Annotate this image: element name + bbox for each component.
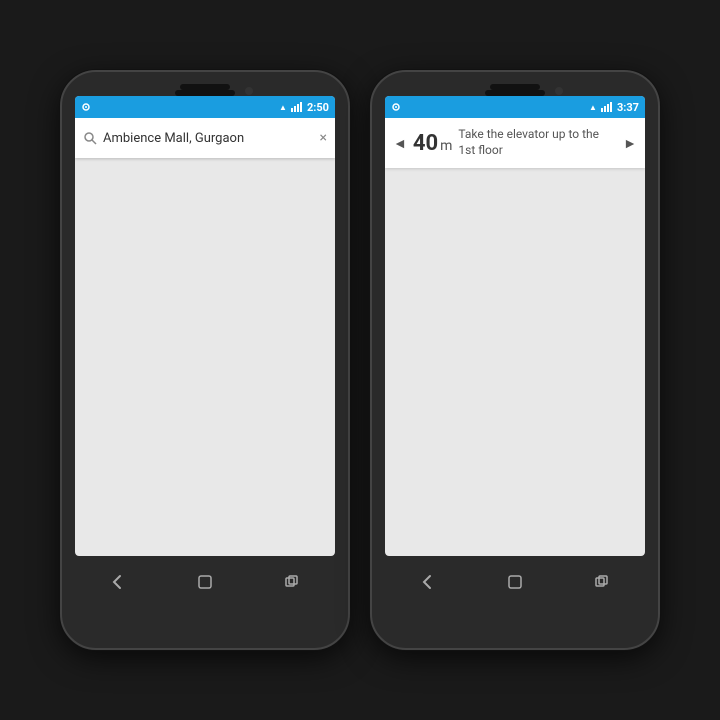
search-icon-left [83, 131, 97, 145]
screen-right: ▲ 3:37 ◄ 40 m Take the elevator up to th… [385, 96, 645, 556]
time-right: 3:37 [617, 101, 639, 114]
nav-instruction-text: Take the elevator up to the 1st floor [458, 127, 617, 158]
phone-left: ▲ 2:50 Ambience Mall, Gurgaon × [60, 70, 350, 650]
location-icon-right [391, 102, 401, 112]
status-bar-right: ▲ 3:37 [385, 96, 645, 118]
recents-btn-right[interactable] [587, 567, 617, 597]
status-bar-left: ▲ 2:50 [75, 96, 335, 118]
speaker-left [180, 84, 230, 90]
home-btn-left[interactable] [190, 567, 220, 597]
camera-left [245, 87, 253, 95]
status-left-icons-right [391, 102, 401, 112]
status-right-icons: ▲ 2:50 [279, 101, 329, 114]
location-icon [81, 102, 91, 112]
screen-left: ▲ 2:50 Ambience Mall, Gurgaon × [75, 96, 335, 556]
nav-distance: 40 m [413, 131, 453, 156]
status-right-icons-right: ▲ 3:37 [589, 101, 639, 114]
phone-right: ▲ 3:37 ◄ 40 m Take the elevator up to th… [370, 70, 660, 650]
signal-icon-left [290, 102, 304, 112]
status-left-icons [81, 102, 91, 112]
nav-header-right: ◄ 40 m Take the elevator up to the 1st f… [385, 118, 645, 168]
home-btn-right[interactable] [500, 567, 530, 597]
distance-unit: m [440, 138, 452, 154]
signal-icon-right [600, 102, 614, 112]
time-left: 2:50 [307, 101, 329, 114]
wifi-icon-left: ▲ [279, 103, 287, 112]
camera-right [555, 87, 563, 95]
wifi-icon-right: ▲ [589, 103, 597, 112]
nav-buttons-right [385, 560, 645, 604]
recents-btn-left[interactable] [277, 567, 307, 597]
nav-next-right[interactable]: ► [623, 135, 637, 152]
distance-num: 40 [413, 131, 438, 156]
nav-back-right[interactable]: ◄ [393, 135, 407, 152]
speaker-right [490, 84, 540, 90]
search-clear-left[interactable]: × [320, 130, 327, 146]
search-text-left[interactable]: Ambience Mall, Gurgaon [103, 131, 314, 146]
back-btn-left[interactable] [103, 567, 133, 597]
search-bar-left[interactable]: Ambience Mall, Gurgaon × [75, 118, 335, 158]
back-btn-right[interactable] [413, 567, 443, 597]
nav-buttons-left [75, 560, 335, 604]
